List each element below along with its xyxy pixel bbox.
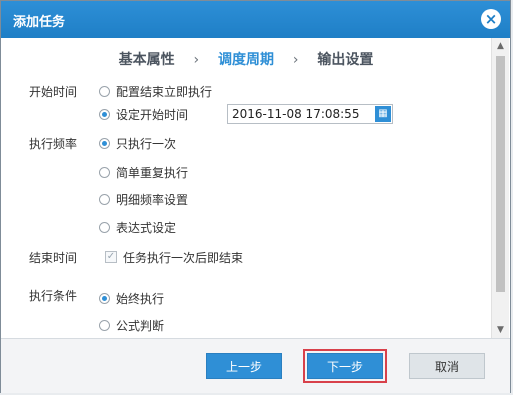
start-time-label: 开始时间 <box>29 85 78 99</box>
next-step-button[interactable]: 下一步 <box>303 349 387 383</box>
condition-label: 执行条件 <box>29 289 78 303</box>
expression-label: 表达式设定 <box>116 220 177 235</box>
always-run-label: 始终执行 <box>116 291 165 306</box>
run-once-label: 只执行一次 <box>116 136 177 151</box>
start-datetime-value: 2016-11-08 17:08:55 <box>232 107 360 121</box>
simple-repeat-radio[interactable]: 简单重复执行 <box>99 164 188 180</box>
always-run-radio[interactable]: 始终执行 <box>99 290 164 306</box>
expression-radio[interactable]: 表达式设定 <box>99 219 176 235</box>
radio-icon <box>99 221 110 233</box>
scroll-down-icon[interactable]: ▼ <box>492 322 509 338</box>
radio-icon <box>99 193 110 205</box>
scroll-up-icon[interactable]: ▲ <box>492 38 509 54</box>
vertical-scrollbar[interactable]: ▲ ▼ <box>491 38 509 338</box>
step-basic[interactable]: 基本属性 <box>119 49 175 69</box>
set-start-time-radio[interactable]: 设定开始时间 <box>99 106 188 122</box>
dialog-title: 添加任务 <box>13 15 66 30</box>
step-schedule[interactable]: 调度周期 <box>218 49 274 69</box>
radio-selected-icon <box>99 292 110 304</box>
end-after-once-checkbox[interactable]: ✓ 任务执行一次后即结束 <box>105 249 243 265</box>
start-immediately-label: 配置结束立即执行 <box>116 84 213 99</box>
checkbox-checked-icon: ✓ <box>105 251 117 263</box>
prev-step-button[interactable]: 上一步 <box>206 353 282 379</box>
frequency-label: 执行频率 <box>29 137 78 151</box>
dialog-footer: 上一步 下一步 取消 <box>1 338 510 393</box>
wizard-steps: 基本属性 › 调度周期 › 输出设置 <box>1 49 491 69</box>
set-start-time-label: 设定开始时间 <box>116 107 189 122</box>
detailed-frequency-radio[interactable]: 明细频率设置 <box>99 191 188 207</box>
formula-label: 公式判断 <box>116 318 165 333</box>
start-immediately-radio[interactable]: 配置结束立即执行 <box>99 83 212 99</box>
radio-selected-icon <box>99 108 110 120</box>
radio-icon <box>99 166 110 178</box>
radio-selected-icon <box>99 137 110 149</box>
end-time-label: 结束时间 <box>29 251 78 265</box>
dialog-titlebar: 添加任务 × <box>1 1 510 38</box>
cancel-button[interactable]: 取消 <box>409 353 485 379</box>
close-icon[interactable]: × <box>481 9 501 29</box>
detailed-frequency-label: 明细频率设置 <box>116 192 189 207</box>
step-separator-icon: › <box>193 52 200 68</box>
step-output[interactable]: 输出设置 <box>317 49 373 69</box>
formula-radio[interactable]: 公式判断 <box>99 317 164 333</box>
scroll-thumb[interactable] <box>496 56 505 292</box>
step-separator-icon: › <box>292 52 299 68</box>
add-task-dialog: 添加任务 × 基本属性 › 调度周期 › 输出设置 开始时间 配置结束立即执行 … <box>0 0 511 393</box>
radio-icon <box>99 319 110 331</box>
run-once-radio[interactable]: 只执行一次 <box>99 135 176 151</box>
start-datetime-input[interactable]: 2016-11-08 17:08:55 ▦ <box>227 104 393 124</box>
calendar-icon[interactable]: ▦ <box>375 106 391 122</box>
simple-repeat-label: 简单重复执行 <box>116 165 189 180</box>
radio-icon <box>99 85 110 97</box>
end-after-once-label: 任务执行一次后即结束 <box>123 250 244 265</box>
